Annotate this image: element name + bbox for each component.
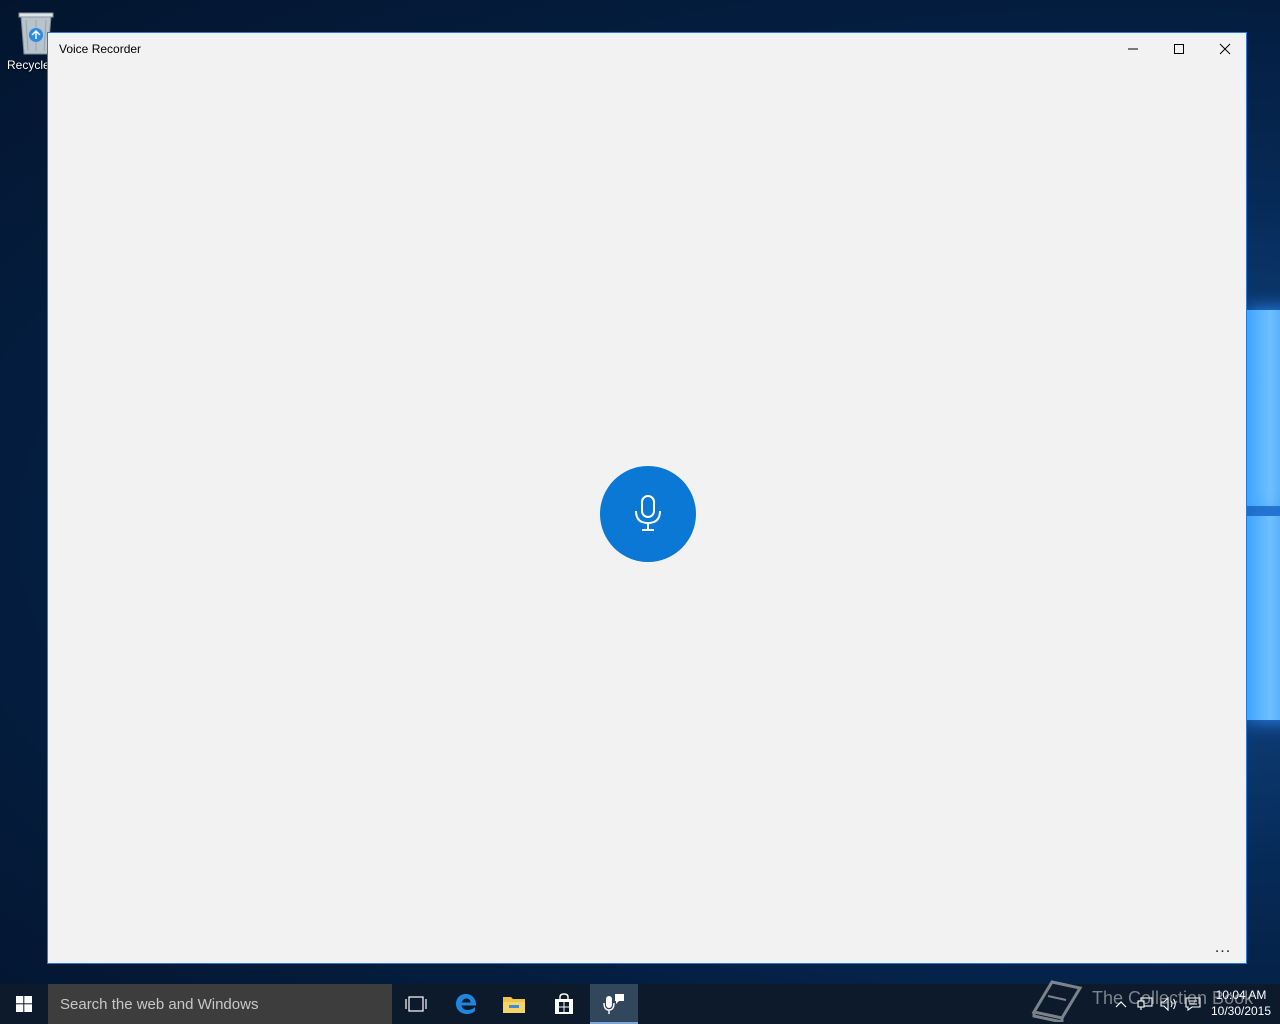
- store-bag-icon: [555, 993, 573, 1014]
- store-button[interactable]: [540, 984, 588, 1024]
- task-view-icon: [405, 996, 427, 1012]
- minimize-icon: [1128, 48, 1138, 50]
- watermark: The Collection Book: [1030, 974, 1270, 1022]
- record-button[interactable]: [600, 466, 696, 562]
- desktop: Recycle Voice Recorder ... Search the we…: [0, 0, 1280, 1024]
- search-placeholder: Search the web and Windows: [60, 995, 259, 1013]
- start-button[interactable]: [0, 984, 48, 1024]
- file-explorer-button[interactable]: [490, 984, 538, 1024]
- edge-browser-icon: [456, 994, 477, 1014]
- voice-recorder-window: Voice Recorder ...: [47, 32, 1247, 964]
- windows-logo-icon: [16, 996, 32, 1012]
- close-button[interactable]: [1202, 33, 1248, 65]
- recycle-bin-label: Recycle: [7, 58, 50, 72]
- title-bar[interactable]: Voice Recorder: [48, 33, 1246, 65]
- book-icon: [1031, 980, 1083, 1022]
- search-input[interactable]: Search the web and Windows: [48, 984, 392, 1024]
- more-options-button[interactable]: ...: [1208, 940, 1238, 961]
- folder-icon: [503, 997, 525, 1013]
- close-icon: [1219, 43, 1231, 55]
- maximize-icon: [1174, 44, 1184, 54]
- voice-recorder-taskbar-button[interactable]: [590, 984, 638, 1024]
- maximize-button[interactable]: [1156, 33, 1202, 65]
- microphone-icon: [635, 495, 661, 531]
- edge-taskbar-button[interactable]: [442, 984, 490, 1024]
- watermark-text: The Collection Book: [1092, 988, 1254, 1008]
- minimize-button[interactable]: [1110, 33, 1156, 65]
- wallpaper-windows-logo: [1246, 310, 1280, 730]
- task-view-button[interactable]: [392, 984, 440, 1024]
- window-title: Voice Recorder: [59, 42, 142, 56]
- microphone-icon: [603, 994, 624, 1014]
